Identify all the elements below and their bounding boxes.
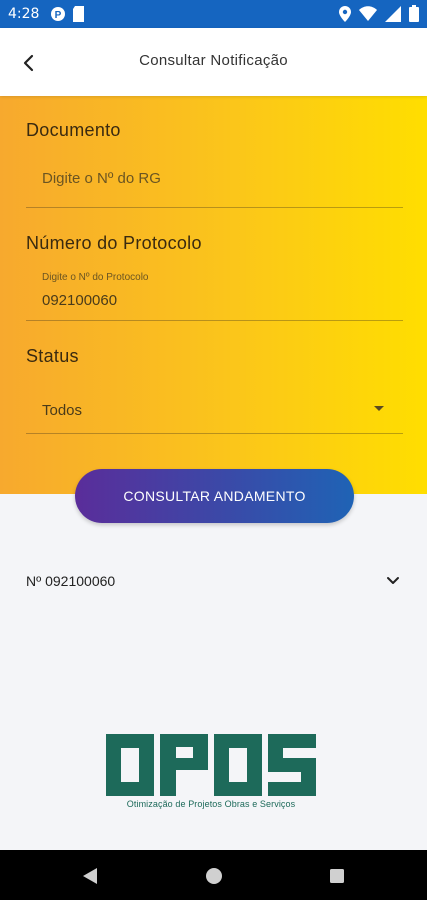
system-nav-bar xyxy=(0,850,427,900)
protocolo-field[interactable]: Digite o Nº do Protocolo xyxy=(26,268,403,321)
logo-tagline: Otimização de Projetos Obras e Serviços xyxy=(126,799,296,809)
status-time: 4:28 xyxy=(8,6,40,22)
status-dropdown[interactable]: Todos xyxy=(26,382,403,434)
nav-back-button[interactable] xyxy=(78,864,102,888)
status-bar: 4:28 P xyxy=(0,0,427,28)
protocolo-input[interactable] xyxy=(42,292,372,309)
wifi-icon xyxy=(359,5,377,27)
nav-home-button[interactable] xyxy=(202,864,226,888)
protocolo-floating-label: Digite o Nº do Protocolo xyxy=(42,272,149,283)
result-item-label: Nº 092100060 xyxy=(26,573,116,589)
result-item[interactable]: Nº 092100060 xyxy=(0,560,427,602)
chevron-down-icon[interactable] xyxy=(385,572,401,593)
nav-recents-button[interactable] xyxy=(325,864,349,888)
dropdown-caret-icon xyxy=(373,400,385,418)
status-label: Status xyxy=(26,346,79,366)
square-recents-icon xyxy=(330,869,344,883)
documento-field[interactable] xyxy=(26,156,403,208)
location-icon xyxy=(339,5,351,27)
page-title: Consultar Notificação xyxy=(139,52,288,69)
documento-label: Documento xyxy=(26,120,121,140)
battery-icon xyxy=(409,5,419,27)
sd-card-icon xyxy=(72,6,85,27)
consultar-andamento-button[interactable]: CONSULTAR ANDAMENTO xyxy=(75,469,354,523)
circle-home-icon xyxy=(206,868,222,884)
app-bar: Consultar Notificação xyxy=(0,28,427,96)
consult-form: Documento Número do Protocolo Digite o N… xyxy=(0,96,427,494)
svg-text:P: P xyxy=(55,10,62,21)
documento-input[interactable] xyxy=(42,170,372,187)
status-selected-value: Todos xyxy=(42,402,83,419)
protocolo-label: Número do Protocolo xyxy=(26,233,202,253)
podcast-app-icon: P xyxy=(50,6,66,27)
signal-icon xyxy=(385,5,401,27)
triangle-back-icon xyxy=(83,868,97,884)
